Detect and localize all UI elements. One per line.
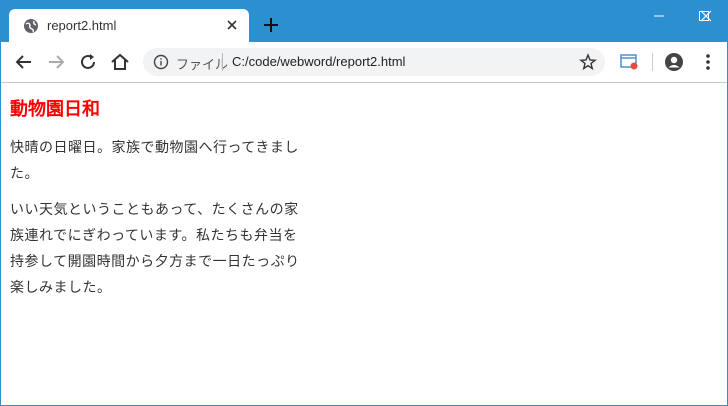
url-text[interactable]: C:/code/webword/report2.html — [232, 54, 405, 69]
browser-window: report2.html ファイル C:/code/webword/report… — [0, 0, 728, 406]
account-icon[interactable] — [663, 51, 685, 73]
menu-icon[interactable] — [697, 51, 719, 73]
home-icon[interactable] — [109, 51, 131, 73]
back-icon[interactable] — [13, 51, 35, 73]
tab-active[interactable]: report2.html — [9, 9, 249, 42]
new-tab-icon[interactable] — [261, 15, 281, 35]
reload-icon[interactable] — [77, 51, 99, 73]
extension-icon[interactable] — [618, 51, 640, 73]
info-icon[interactable] — [153, 54, 169, 70]
title-bar: report2.html — [1, 1, 727, 42]
tab-title: report2.html — [47, 18, 117, 33]
close-tab-icon[interactable] — [223, 16, 241, 34]
close-window-icon[interactable] — [683, 1, 727, 31]
page-content: 動物園日和 快晴の日曜日。家族で動物園へ行ってきました。 いい天気ということもあ… — [1, 83, 727, 325]
paragraph: いい天気ということもあって、たくさんの家族連れでにぎわっています。私たちも弁当を… — [10, 202, 300, 296]
divider — [222, 53, 223, 71]
page-title: 動物園日和 — [10, 99, 100, 120]
toolbar-divider — [652, 53, 653, 71]
toolbar: ファイル C:/code/webword/report2.html — [1, 42, 727, 83]
paragraph: 快晴の日曜日。家族で動物園へ行ってきました。 — [10, 140, 299, 182]
forward-icon[interactable] — [45, 51, 67, 73]
globe-icon — [23, 18, 39, 34]
star-icon[interactable] — [579, 53, 597, 71]
scheme-label: ファイル — [176, 58, 229, 73]
address-bar[interactable]: ファイル C:/code/webword/report2.html — [143, 48, 605, 76]
